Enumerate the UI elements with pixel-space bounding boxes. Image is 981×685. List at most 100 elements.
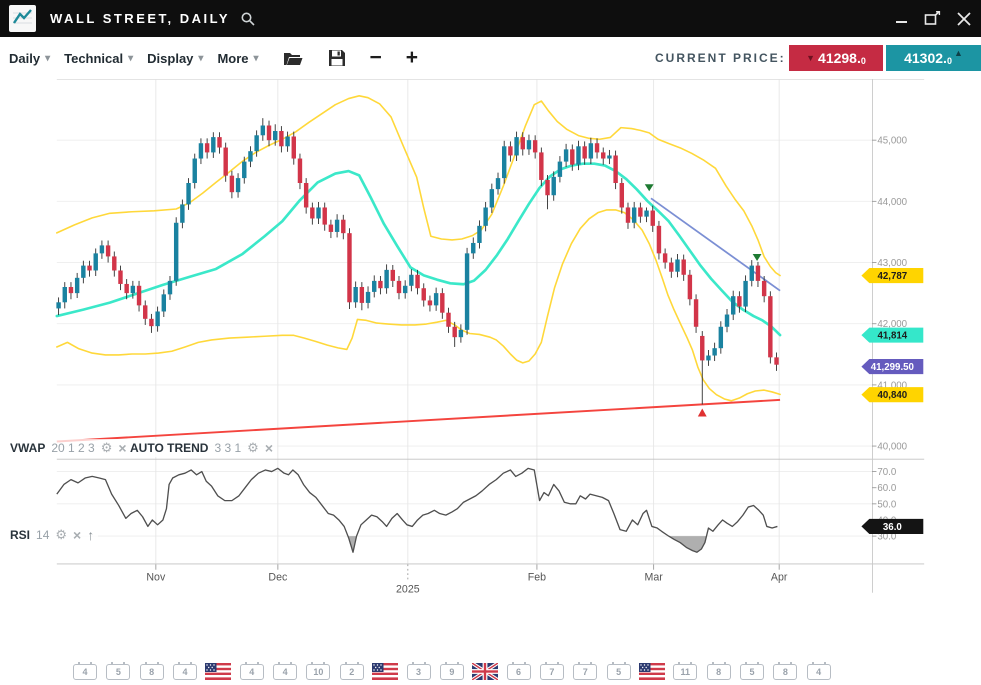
buy-signal-arrow-icon xyxy=(698,409,707,417)
app-logo-icon xyxy=(9,5,36,32)
save-icon[interactable] xyxy=(328,49,346,67)
svg-text:Apr: Apr xyxy=(771,571,788,583)
calendar-event-marker[interactable]: 5 xyxy=(106,664,130,680)
minimize-button[interactable] xyxy=(895,12,908,25)
calendar-event-marker[interactable]: 11 xyxy=(673,664,697,680)
sell-price-value: 41298. xyxy=(818,50,861,66)
calendar-event-marker[interactable]: 4 xyxy=(173,664,197,680)
calendar-event-marker[interactable]: 10 xyxy=(306,664,330,680)
rsi-label: RSI xyxy=(10,528,30,542)
indicator-legend-rsi: RSI 14 ⚙ × ↑ xyxy=(6,526,98,544)
menu-display-label: Display xyxy=(147,51,193,66)
svg-text:Feb: Feb xyxy=(528,571,546,583)
calendar-event-marker[interactable]: 5 xyxy=(607,664,631,680)
rsi-params: 14 xyxy=(36,528,49,542)
current-price-label: CURRENT PRICE: xyxy=(655,51,786,65)
svg-text:43,000: 43,000 xyxy=(877,258,907,269)
svg-text:42,787: 42,787 xyxy=(877,271,907,282)
popout-button[interactable] xyxy=(924,11,941,26)
svg-text:70.0: 70.0 xyxy=(877,467,897,478)
calendar-strip: 4584 44102 39 6775 xyxy=(0,663,981,682)
us-flag-icon[interactable] xyxy=(372,663,398,680)
remove-indicator-icon[interactable]: × xyxy=(73,527,81,543)
us-flag-icon[interactable] xyxy=(639,663,665,680)
calendar-event-marker[interactable]: 4 xyxy=(73,664,97,680)
menu-technical[interactable]: Technical▾ xyxy=(64,51,133,66)
calendar-event-marker[interactable]: 5 xyxy=(740,664,764,680)
zoom-out-icon[interactable]: − xyxy=(370,48,382,68)
calendar-event-marker[interactable]: 4 xyxy=(240,664,264,680)
window-title: WALL STREET, DAILY xyxy=(50,11,230,26)
indicator-legend-autotrend: AUTO TREND 3 3 1 ⚙ × xyxy=(126,439,277,457)
open-folder-icon[interactable] xyxy=(283,50,304,67)
calendar-event-marker[interactable]: 8 xyxy=(773,664,797,680)
chevron-down-icon: ▾ xyxy=(254,53,259,64)
rsi-pane xyxy=(57,468,778,552)
pane-borders xyxy=(57,79,924,593)
vwap-label: VWAP xyxy=(10,441,45,455)
svg-text:50.0: 50.0 xyxy=(877,499,897,510)
calendar-event-marker[interactable]: 7 xyxy=(540,664,564,680)
calendar-event-marker[interactable]: 3 xyxy=(407,664,431,680)
close-icon[interactable] xyxy=(957,12,971,26)
menu-daily[interactable]: Daily ▾ xyxy=(9,51,50,66)
gear-icon[interactable]: ⚙ xyxy=(247,440,259,456)
sell-price-button[interactable]: ▼ 41298.0 xyxy=(789,45,883,71)
svg-text:60.0: 60.0 xyxy=(877,483,897,494)
sell-price-decimal: 0 xyxy=(861,56,866,66)
bollinger-upper-band xyxy=(57,96,780,276)
menu-more[interactable]: More▾ xyxy=(217,51,258,66)
calendar-event-marker[interactable]: 2 xyxy=(340,664,364,680)
svg-text:40,000: 40,000 xyxy=(877,442,907,453)
gear-icon[interactable]: ⚙ xyxy=(55,527,67,543)
svg-text:45,000: 45,000 xyxy=(877,136,907,147)
candlestick-series xyxy=(56,118,778,404)
calendar-event-marker[interactable]: 8 xyxy=(140,664,164,680)
zoom-in-icon[interactable]: + xyxy=(406,48,418,68)
menu-daily-label: Daily xyxy=(9,51,40,66)
autotrend-label: AUTO TREND xyxy=(130,441,208,455)
calendar-event-marker[interactable]: 8 xyxy=(707,664,731,680)
calendar-event-marker[interactable]: 7 xyxy=(573,664,597,680)
svg-text:41,299.50: 41,299.50 xyxy=(871,362,914,373)
calendar-event-marker[interactable]: 4 xyxy=(807,664,831,680)
price-up-arrow-icon: ▲ xyxy=(954,49,963,58)
svg-text:41,814: 41,814 xyxy=(877,331,907,342)
calendar-event-marker[interactable]: 9 xyxy=(440,664,464,680)
svg-text:36.0: 36.0 xyxy=(883,522,902,533)
indicator-legend-vwap: VWAP 20 1 2 3 ⚙ × xyxy=(6,439,131,457)
buy-price-button[interactable]: 41302.0 ▲ xyxy=(886,45,981,71)
trend-line-blue[interactable] xyxy=(651,198,780,290)
buy-price-value: 41302. xyxy=(904,50,947,66)
menu-display[interactable]: Display ▾ xyxy=(147,51,203,66)
chart-area[interactable]: 45,00044,00043,00042,00041,00040,00070.0… xyxy=(0,79,981,682)
price-down-arrow-icon: ▼ xyxy=(806,54,815,63)
svg-text:Dec: Dec xyxy=(268,571,288,583)
trading-platform-window: { "window": {"title": "WALL STREET, DAIL… xyxy=(0,0,981,682)
rsi-line xyxy=(57,468,778,552)
uk-flag-icon[interactable] xyxy=(472,663,498,680)
svg-text:2025: 2025 xyxy=(396,584,420,596)
gear-icon[interactable]: ⚙ xyxy=(101,440,113,456)
us-flag-icon[interactable] xyxy=(205,663,231,680)
date-axis[interactable]: Nov Dec 2025 Feb Mar Apr xyxy=(146,564,787,595)
svg-text:Nov: Nov xyxy=(146,571,166,583)
svg-text:Mar: Mar xyxy=(645,571,664,583)
menu-technical-label: Technical xyxy=(64,51,123,66)
move-pane-up-icon[interactable]: ↑ xyxy=(87,527,94,543)
remove-indicator-icon[interactable]: × xyxy=(265,440,273,456)
calendar-event-marker[interactable]: 4 xyxy=(273,664,297,680)
chart-canvas[interactable]: 45,00044,00043,00042,00041,00040,00070.0… xyxy=(0,79,981,682)
calendar-event-marker[interactable]: 6 xyxy=(507,664,531,680)
svg-text:44,000: 44,000 xyxy=(877,197,907,208)
svg-text:40,840: 40,840 xyxy=(877,390,907,401)
autotrend-params: 3 3 1 xyxy=(214,441,241,455)
auto-trend-line[interactable] xyxy=(57,400,780,442)
search-icon[interactable] xyxy=(240,11,256,27)
toolbar: Daily▾ Technical▾ Display▾ More▾ − + CUR… xyxy=(0,37,981,80)
sell-signal-arrow-icon xyxy=(753,254,762,261)
title-bar: WALL STREET, DAILY xyxy=(0,0,981,37)
buy-price-decimal: 0 xyxy=(947,56,952,66)
chevron-down-icon: ▾ xyxy=(45,53,50,64)
chevron-down-icon: ▾ xyxy=(198,53,203,64)
